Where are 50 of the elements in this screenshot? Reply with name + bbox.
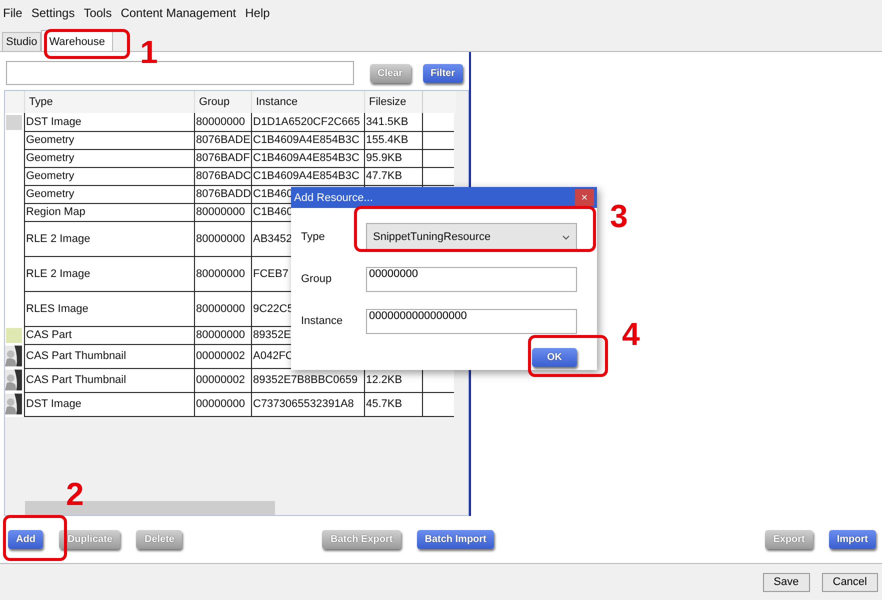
table-cell: 8076BADC: [195, 170, 252, 182]
table-cell: DST Image: [25, 398, 82, 410]
table-cell: 47.7KB: [365, 170, 402, 182]
table-cell: 80000000: [195, 232, 245, 244]
table-cell: RLE 2 Image: [25, 268, 90, 280]
table-cell: 89352E: [252, 329, 291, 341]
table-cell: Geometry: [25, 134, 74, 146]
table-cell: 8076BADD: [195, 188, 252, 200]
table-cell: Geometry: [25, 170, 74, 182]
table-cell: 8076BADF: [195, 152, 250, 164]
table-cell: 80000000: [195, 302, 245, 314]
table-cell: CAS Part Thumbnail: [25, 374, 126, 386]
table-cell: 155.4KB: [365, 134, 408, 146]
table-cell: 00000000: [195, 398, 245, 410]
table-cell: 00000002: [195, 374, 245, 386]
table-cell: Region Map: [25, 206, 86, 218]
step-number: 1: [140, 36, 158, 68]
table-cell: 89352E7B8BBC0659: [252, 374, 358, 386]
table-cell: FCEB7: [252, 268, 288, 280]
field-label: Type: [301, 231, 326, 243]
table-cell: CAS Part Thumbnail: [25, 350, 126, 362]
table-cell: 80000000: [195, 268, 245, 280]
field-label: Group: [301, 273, 333, 285]
table-cell: Geometry: [25, 152, 74, 164]
table-cell: AB3452: [252, 232, 292, 244]
step-number: 3: [610, 200, 628, 232]
dialog-title: Add Resource...: [294, 192, 373, 204]
table-cell: 80000000: [195, 116, 245, 128]
table-cell: 45.7KB: [365, 398, 402, 410]
table-cell: 80000000: [195, 206, 245, 218]
table-cell: Geometry: [25, 188, 74, 200]
table-cell: RLE 2 Image: [25, 232, 90, 244]
table-cell: 95.9KB: [365, 152, 402, 164]
field-label: Instance: [301, 315, 344, 327]
table-cell: RLES Image: [25, 302, 88, 314]
table-cell: 80000000: [195, 329, 245, 341]
table-cell: C7373065532391A8: [252, 398, 354, 410]
table-cell: D1D1A6520CF2C665: [252, 116, 360, 128]
table-cell: CAS Part: [25, 329, 72, 341]
table-cell: 341.5KB: [365, 116, 408, 128]
table-cell: 8076BADE: [195, 134, 250, 146]
table-cell: 12.2KB: [365, 374, 402, 386]
table-cell: C1B4609A4E854B3C: [252, 134, 360, 146]
step-number: 2: [66, 478, 84, 510]
table-cell: A042FC: [252, 350, 294, 362]
step-number: 4: [622, 318, 640, 350]
table-cell: C1B4609A4E854B3C: [252, 152, 360, 164]
table-cell: DST Image: [25, 116, 82, 128]
table-cell: C1B4609A4E854B3C: [252, 170, 360, 182]
table-cell: 00000002: [195, 350, 245, 362]
